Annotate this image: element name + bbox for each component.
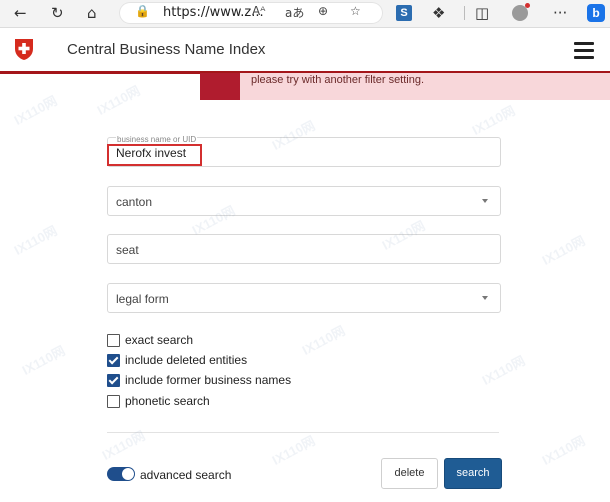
seat-placeholder: seat [116, 243, 139, 257]
alert-strip [200, 73, 240, 100]
extension-s-icon[interactable]: S [396, 5, 412, 21]
browser-toolbar: ← ↻ ⌂ 🔒 https://www.z... Aᴬ aあ ⊕ ☆ S ❖ ◫… [0, 0, 610, 28]
profile-badge [525, 3, 530, 8]
more-icon[interactable]: ··· [553, 3, 567, 23]
refresh-icon[interactable]: ↻ [51, 3, 64, 23]
translate-icon[interactable]: aあ [285, 4, 304, 21]
watermark: IX110网 [11, 92, 60, 128]
watermark: IX110网 [539, 432, 588, 468]
toggle-knob[interactable] [122, 468, 134, 480]
watermark: IX110网 [479, 352, 528, 388]
watermark: IX110网 [11, 222, 60, 258]
hamburger-menu-icon[interactable] [574, 42, 594, 59]
bing-icon[interactable]: b [587, 4, 605, 22]
zoom-icon[interactable]: ⊕ [318, 4, 328, 18]
app-header: Central Business Name Index [0, 28, 610, 74]
form-divider [107, 432, 499, 433]
watermark: IX110网 [539, 232, 588, 268]
chevron-down-icon[interactable] [482, 199, 488, 203]
delete-button[interactable]: delete [381, 458, 438, 489]
watermark: IX110网 [299, 322, 348, 358]
swiss-shield-icon [15, 39, 33, 60]
read-aloud-icon[interactable]: Aᴬ [252, 4, 265, 18]
seat-input[interactable]: seat [107, 234, 501, 264]
address-bar[interactable]: 🔒 https://www.z... Aᴬ aあ ⊕ ☆ [119, 2, 383, 24]
business-name-input[interactable]: business name or UID Nerofx invest [107, 135, 501, 167]
watermark: IX110网 [19, 342, 68, 378]
canton-placeholder: canton [116, 195, 153, 209]
advanced-search-toggle[interactable] [107, 467, 135, 481]
page-title: Central Business Name Index [67, 41, 266, 58]
puzzle-icon[interactable]: ❖ [432, 3, 445, 23]
legal-form-select[interactable]: legal form [107, 283, 501, 313]
include-former-names-checkbox[interactable] [107, 374, 120, 387]
alert-text: please try with another filter setting. [251, 74, 425, 86]
search-button[interactable]: search [444, 458, 502, 489]
back-arrow-icon[interactable]: ← [14, 3, 27, 23]
exact-search-label[interactable]: exact search [125, 333, 193, 347]
watermark: IX110网 [269, 432, 318, 468]
phonetic-search-checkbox[interactable] [107, 395, 120, 408]
include-deleted-label[interactable]: include deleted entities [125, 353, 247, 367]
canton-select[interactable]: canton [107, 186, 501, 216]
watermark: IX110网 [94, 82, 143, 118]
toolbar-separator [464, 6, 465, 20]
lock-icon[interactable]: 🔒 [135, 4, 150, 18]
legal-form-placeholder: legal form [116, 292, 169, 306]
highlight-annotation [107, 144, 202, 166]
include-former-names-label[interactable]: include former business names [125, 373, 291, 387]
alert-banner: please try with another filter setting. [200, 73, 610, 100]
watermark: IX110网 [469, 102, 518, 138]
home-icon[interactable]: ⌂ [87, 3, 97, 23]
chevron-down-icon[interactable] [482, 296, 488, 300]
url-text[interactable]: https://www.z... [163, 5, 264, 20]
include-deleted-checkbox[interactable] [107, 354, 120, 367]
split-screen-icon[interactable]: ◫ [475, 3, 489, 23]
advanced-search-label[interactable]: advanced search [140, 468, 231, 482]
star-icon[interactable]: ☆ [350, 4, 361, 18]
exact-search-checkbox[interactable] [107, 334, 120, 347]
business-name-label: business name or UID [116, 135, 198, 144]
phonetic-search-label[interactable]: phonetic search [125, 394, 210, 408]
